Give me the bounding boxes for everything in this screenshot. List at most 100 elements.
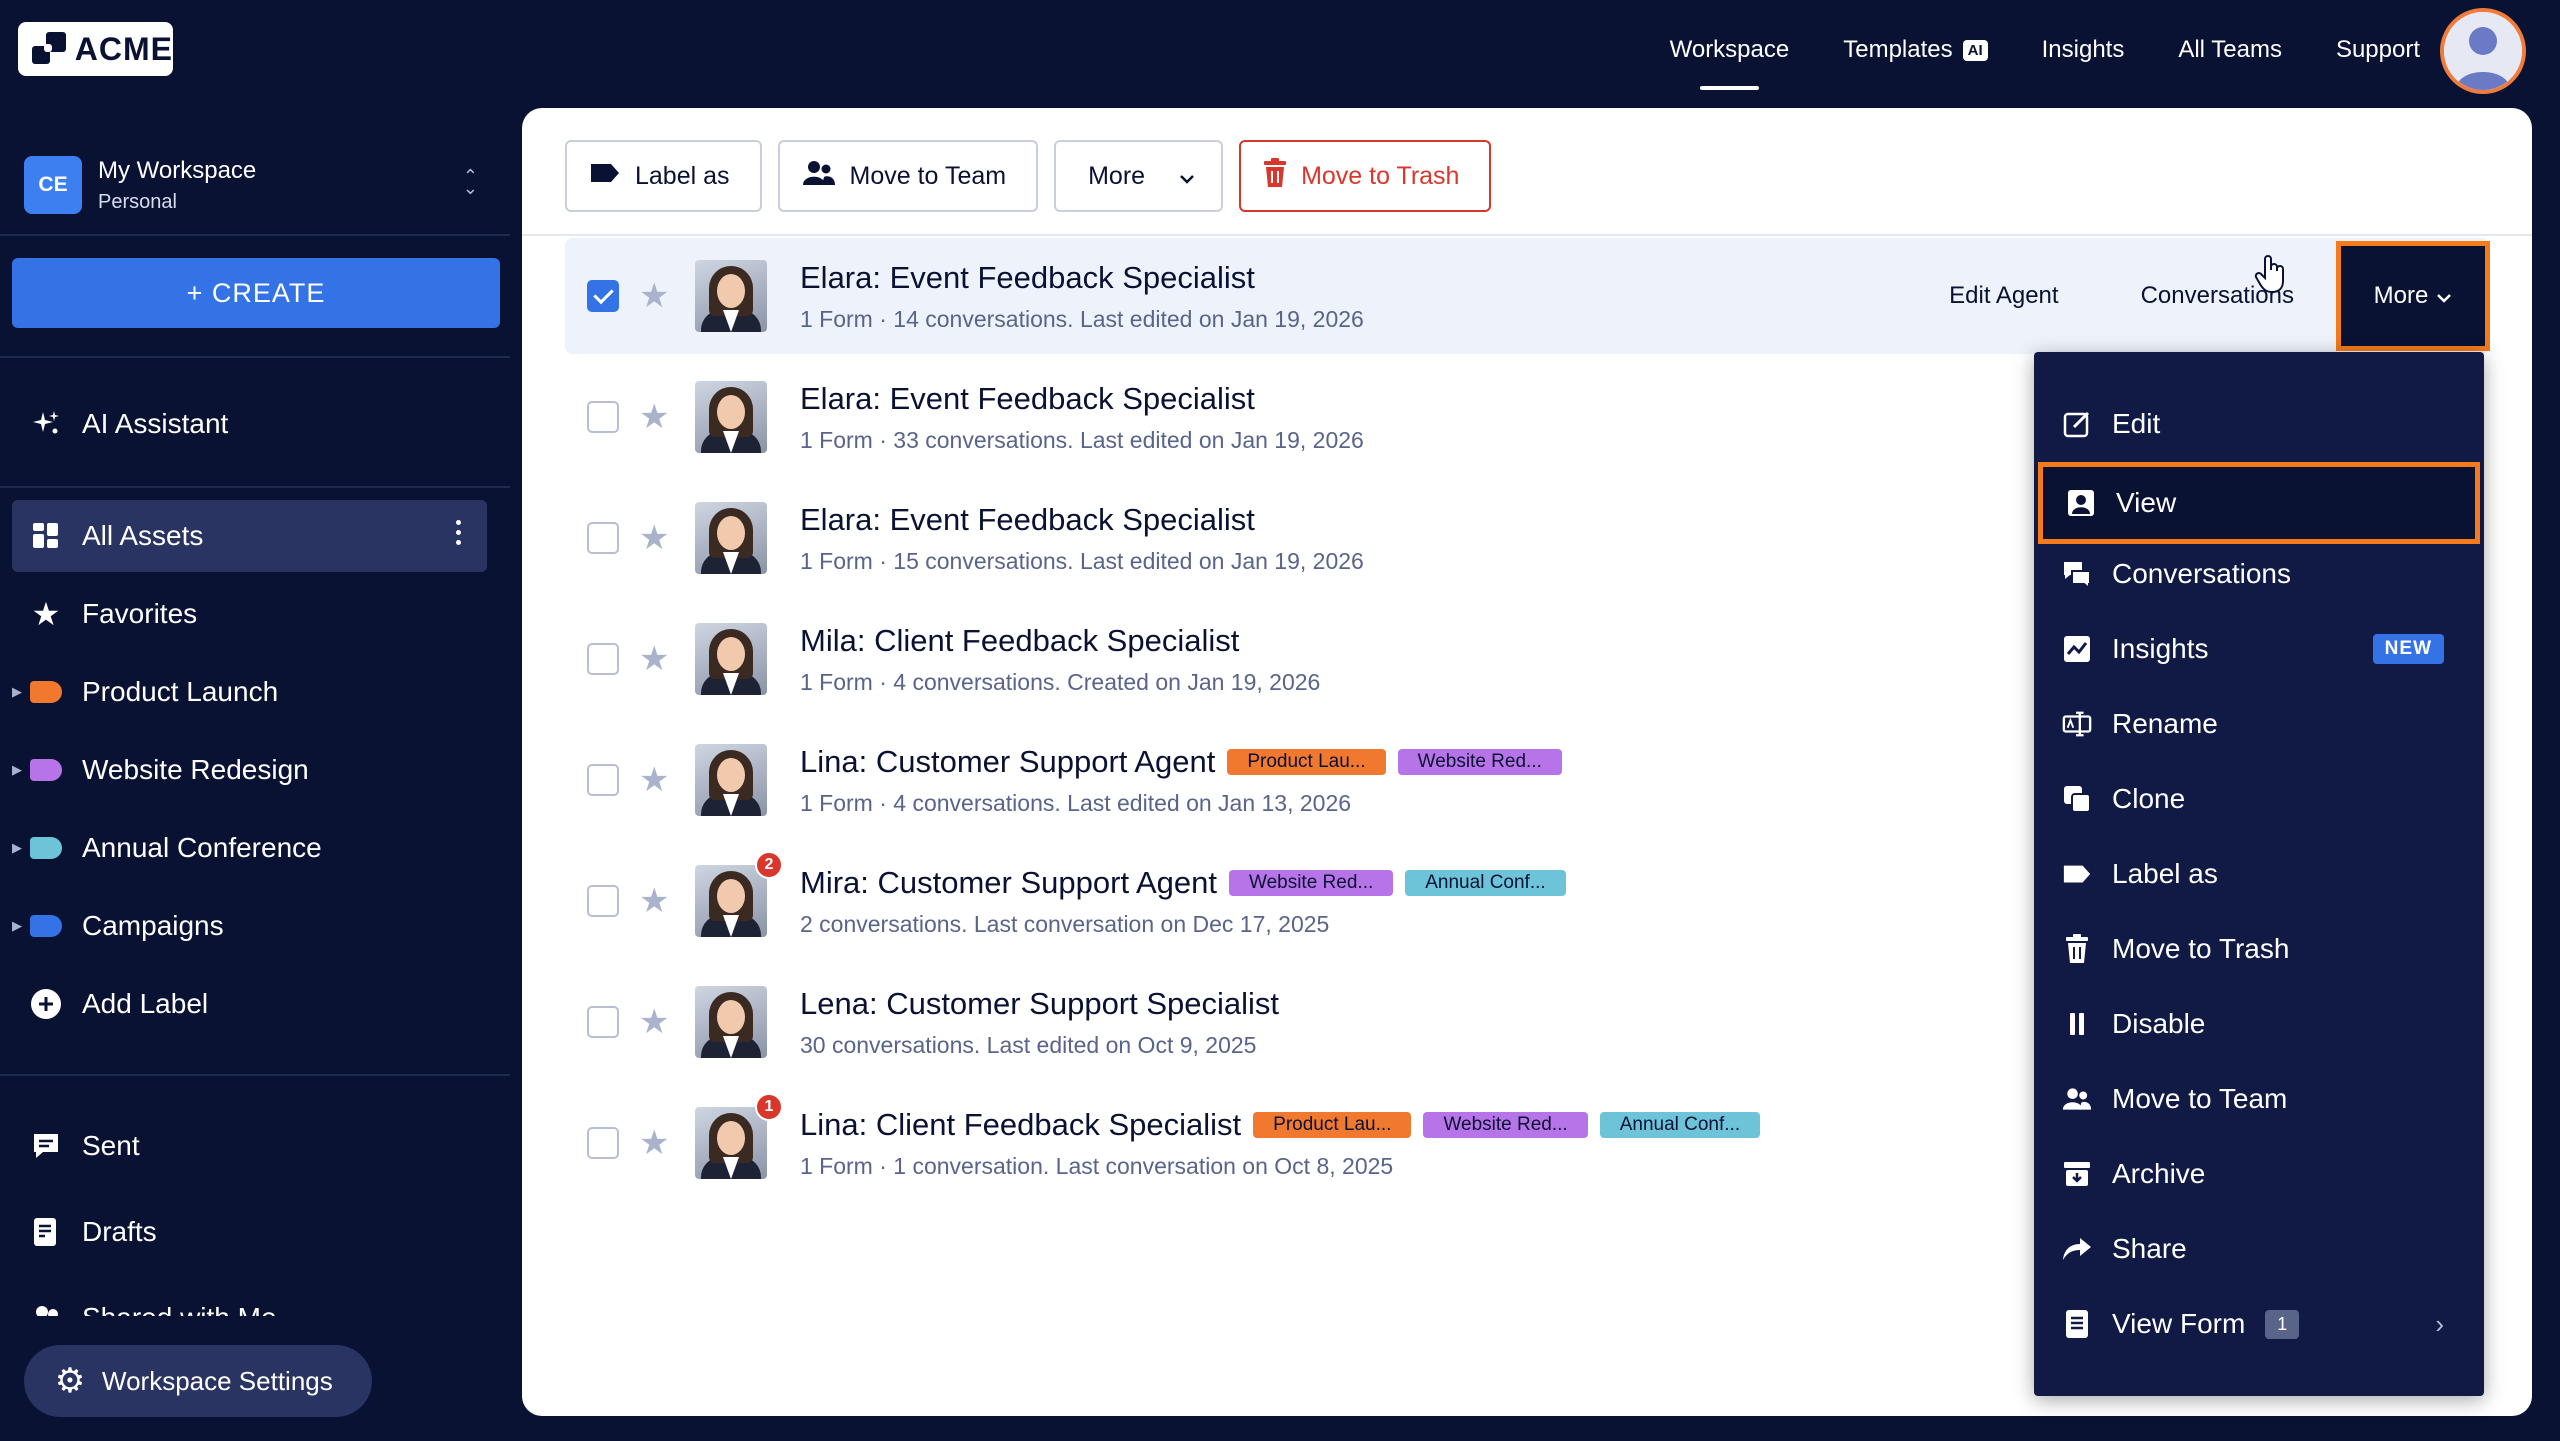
menu-item-label: Conversations: [2112, 558, 2291, 589]
row-actions: Edit Agent Conversations More: [1949, 238, 2490, 354]
agent-title[interactable]: Lena: Customer Support Specialist: [800, 986, 1279, 1022]
menu-item-disable[interactable]: Disable: [2034, 988, 2484, 1060]
label-chip-website-redesign[interactable]: Website Red...: [1423, 1112, 1588, 1138]
label-chip-product-launch[interactable]: Product Lau...: [1227, 749, 1386, 775]
sidebar-item-label: All Assets: [82, 520, 204, 551]
caret-right-icon[interactable]: ▶: [12, 840, 22, 856]
edit-agent-button[interactable]: Edit Agent: [1949, 282, 2058, 310]
ai-badge: AI: [1962, 39, 1988, 61]
menu-item-view[interactable]: View: [2038, 462, 2480, 544]
caret-right-icon[interactable]: ▶: [12, 762, 22, 778]
create-button[interactable]: + CREATE: [12, 258, 500, 328]
menu-item-archive[interactable]: Archive: [2034, 1138, 2484, 1210]
row-checkbox[interactable]: [587, 885, 619, 917]
sidebar-item-product-launch[interactable]: ▶ Product Launch: [12, 656, 487, 728]
kebab-menu-icon[interactable]: [456, 520, 461, 545]
workspace-switcher[interactable]: CE My Workspace Personal ⌃ ⌄: [24, 140, 494, 230]
menu-item-insights[interactable]: Insights NEW: [2034, 613, 2484, 685]
sidebar-item-label: Drafts: [82, 1216, 157, 1247]
menu-item-move-to-trash[interactable]: Move to Trash: [2034, 913, 2484, 985]
menu-item-conversations[interactable]: Conversations: [2034, 538, 2484, 610]
row-checkbox[interactable]: [587, 1006, 619, 1038]
row-checkbox[interactable]: [587, 522, 619, 554]
move-to-team-button[interactable]: Move to Team: [777, 140, 1039, 212]
sidebar-item-ai-assistant[interactable]: AI Assistant: [12, 388, 487, 460]
workspace-type: Personal: [98, 190, 177, 213]
agent-title[interactable]: Elara: Event Feedback Specialist: [800, 502, 1255, 538]
sidebar-item-sent[interactable]: Sent: [12, 1110, 487, 1182]
star-icon[interactable]: ★: [639, 760, 669, 800]
sidebar-item-label: Sent: [82, 1130, 140, 1161]
menu-item-view-form[interactable]: View Form 1 ›: [2034, 1288, 2484, 1360]
form-count-badge: 1: [2265, 1309, 2300, 1339]
sidebar-item-campaigns[interactable]: ▶ Campaigns: [12, 890, 487, 962]
star-icon[interactable]: ★: [639, 276, 669, 316]
sidebar-item-annual-conference[interactable]: ▶ Annual Conference: [12, 812, 487, 884]
row-checkbox[interactable]: [587, 401, 619, 433]
nav-insights[interactable]: Insights: [2042, 36, 2125, 64]
row-checkbox[interactable]: [587, 764, 619, 796]
nav-support[interactable]: Support: [2336, 36, 2420, 64]
label-chip-product-launch[interactable]: Product Lau...: [1253, 1112, 1412, 1138]
agent-title[interactable]: Elara: Event Feedback Specialist: [800, 260, 1255, 296]
pause-icon: [2062, 1009, 2092, 1039]
agent-avatar: [695, 623, 767, 695]
sidebar-item-website-redesign[interactable]: ▶ Website Redesign: [12, 734, 487, 806]
nav-workspace[interactable]: Workspace: [1670, 36, 1789, 90]
move-to-trash-button[interactable]: Move to Trash: [1239, 140, 1492, 212]
menu-item-edit[interactable]: Edit: [2034, 388, 2484, 460]
label-chip-website-redesign[interactable]: Website Red...: [1397, 749, 1562, 775]
menu-item-label: Rename: [2112, 708, 2218, 739]
menu-item-share[interactable]: Share: [2034, 1213, 2484, 1285]
caret-right-icon[interactable]: ▶: [12, 918, 22, 934]
row-checkbox[interactable]: [587, 1127, 619, 1159]
user-avatar[interactable]: [2440, 8, 2526, 94]
label-chip-annual-conference[interactable]: Annual Conf...: [1405, 870, 1566, 896]
sidebar-item-add-label[interactable]: Add Label: [12, 968, 487, 1040]
caret-right-icon[interactable]: ▶: [12, 684, 22, 700]
menu-item-move-to-team[interactable]: Move to Team: [2034, 1063, 2484, 1135]
move-to-trash-label: Move to Trash: [1301, 161, 1460, 190]
pointer-hand-icon: [2254, 255, 2284, 294]
row-more-button[interactable]: More: [2336, 241, 2490, 351]
star-icon[interactable]: ★: [639, 639, 669, 679]
rename-icon: [2062, 709, 2092, 739]
agent-title[interactable]: Mira: Customer Support Agent: [800, 865, 1217, 901]
label-chip-annual-conference[interactable]: Annual Conf...: [1599, 1112, 1761, 1138]
sidebar-item-favorites[interactable]: ★ Favorites: [12, 578, 487, 650]
star-icon[interactable]: ★: [639, 1002, 669, 1042]
agent-title[interactable]: Mila: Client Feedback Specialist: [800, 623, 1239, 659]
menu-item-label-as[interactable]: Label as: [2034, 838, 2484, 910]
nav-all-teams[interactable]: All Teams: [2178, 36, 2282, 64]
agent-title[interactable]: Lina: Customer Support Agent: [800, 744, 1215, 780]
star-icon[interactable]: ★: [639, 397, 669, 437]
agent-row[interactable]: ★ Elara: Event Feedback Specialist 1 For…: [565, 238, 2490, 354]
sidebar-item-all-assets[interactable]: All Assets: [12, 500, 487, 572]
star-icon[interactable]: ★: [639, 518, 669, 558]
label-as-button[interactable]: Label as: [565, 140, 762, 212]
nav-templates-label: Templates: [1843, 36, 1953, 63]
bulk-action-toolbar: Label as Move to Team More Move to Trash: [565, 140, 1492, 212]
row-checkbox[interactable]: [587, 643, 619, 675]
menu-item-rename[interactable]: Rename: [2034, 688, 2484, 760]
nav-templates[interactable]: Templates AI: [1843, 36, 1988, 64]
menu-item-label: Clone: [2112, 783, 2186, 814]
workspace-settings-button[interactable]: ⚙ Workspace Settings: [24, 1345, 372, 1417]
menu-item-clone[interactable]: Clone: [2034, 763, 2484, 835]
star-icon[interactable]: ★: [639, 1123, 669, 1163]
more-dropdown-button[interactable]: More: [1054, 140, 1224, 212]
divider: [0, 486, 510, 488]
label-tag-icon: [30, 676, 62, 708]
agent-title[interactable]: Elara: Event Feedback Specialist: [800, 381, 1255, 417]
plus-circle-icon: [30, 988, 62, 1020]
sidebar-item-shared-with-me[interactable]: Shared with Me: [12, 1282, 487, 1316]
logo-text: ACME: [74, 30, 173, 67]
star-icon[interactable]: ★: [639, 881, 669, 921]
label-chip-website-redesign[interactable]: Website Red...: [1228, 870, 1394, 896]
sidebar-item-drafts[interactable]: Drafts: [12, 1196, 487, 1268]
agent-meta: 1 Form · 4 conversations. Last edited on…: [800, 790, 1352, 816]
row-more-dropdown-menu: Edit View Conversations Insights NEW Ren…: [2034, 352, 2484, 1396]
acme-logo[interactable]: ACME: [18, 22, 173, 76]
agent-title[interactable]: Lina: Client Feedback Specialist: [800, 1107, 1241, 1143]
row-checkbox[interactable]: [587, 280, 619, 312]
